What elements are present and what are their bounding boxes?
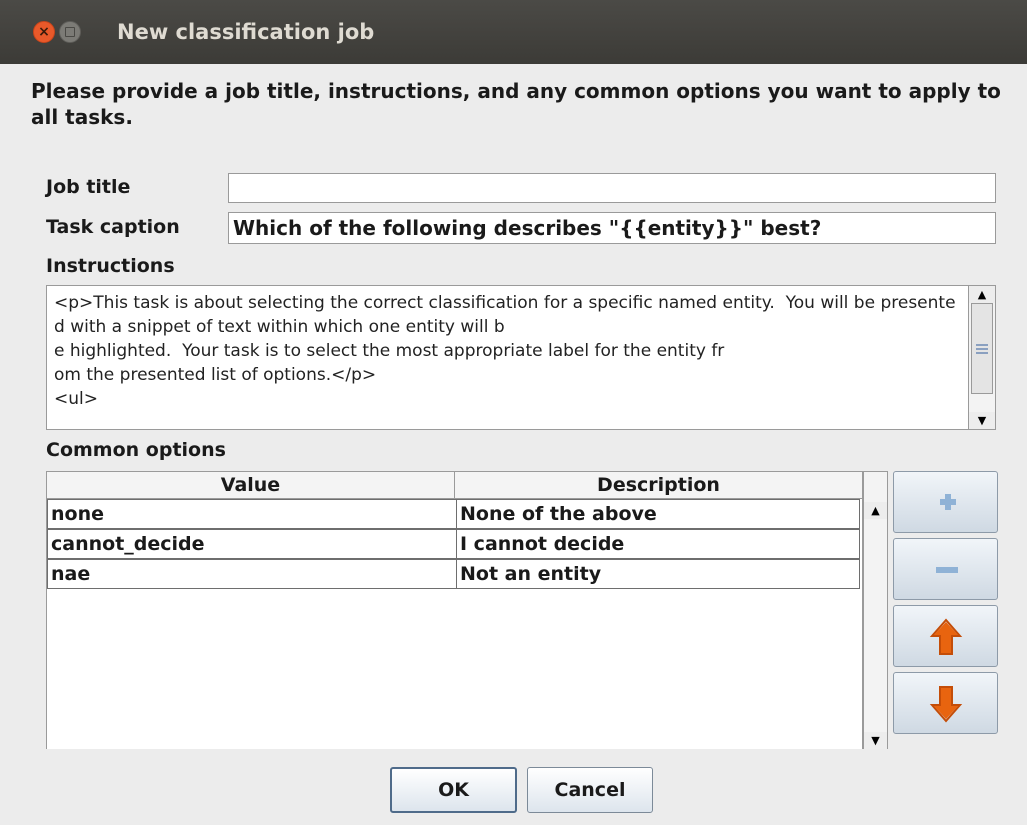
- close-icon: ×: [38, 24, 50, 40]
- table-row[interactable]: cannot_decide I cannot decide: [47, 529, 860, 559]
- minimize-icon: [65, 27, 75, 37]
- instructions-scrollbar[interactable]: ▲ ▼: [968, 286, 995, 429]
- plus-icon: [940, 494, 956, 510]
- table-cell-description[interactable]: None of the above: [457, 500, 860, 528]
- move-up-button[interactable]: [893, 605, 998, 667]
- job-title-label: Job title: [46, 176, 131, 198]
- cancel-button[interactable]: Cancel: [527, 767, 653, 813]
- options-table: Value Description none None of the above…: [46, 471, 863, 749]
- scroll-down-icon[interactable]: ▼: [969, 412, 995, 429]
- scroll-up-icon[interactable]: ▲: [864, 502, 887, 519]
- remove-option-button[interactable]: [893, 538, 998, 600]
- arrow-down-icon: [929, 686, 963, 723]
- minus-icon: [936, 567, 958, 573]
- table-cell-value[interactable]: none: [48, 500, 457, 528]
- intro-text: Please provide a job title, instructions…: [31, 79, 1001, 129]
- column-header-description[interactable]: Description: [455, 472, 862, 498]
- instructions-textarea[interactable]: <p>This task is about selecting the corr…: [46, 285, 996, 430]
- add-option-button[interactable]: [893, 471, 998, 533]
- column-header-value[interactable]: Value: [47, 472, 455, 498]
- instructions-text: <p>This task is about selecting the corr…: [54, 293, 956, 409]
- instructions-label: Instructions: [46, 255, 175, 277]
- close-button[interactable]: ×: [33, 21, 55, 43]
- table-header: Value Description: [47, 472, 862, 499]
- common-options-label: Common options: [46, 439, 226, 461]
- table-cell-value[interactable]: cannot_decide: [48, 530, 457, 558]
- move-down-button[interactable]: [893, 672, 998, 734]
- table-cell-description[interactable]: I cannot decide: [457, 530, 860, 558]
- arrow-up-icon: [929, 618, 963, 655]
- scroll-up-icon[interactable]: ▲: [969, 286, 995, 303]
- window-title: New classification job: [117, 20, 375, 44]
- task-caption-input[interactable]: Which of the following describes "{{enti…: [228, 212, 996, 244]
- table-scrollbar[interactable]: ▲ ▼: [863, 471, 888, 749]
- table-row[interactable]: nae Not an entity: [47, 559, 860, 589]
- job-title-input[interactable]: [228, 173, 996, 203]
- minimize-button[interactable]: [59, 21, 81, 43]
- scroll-down-icon[interactable]: ▼: [864, 732, 887, 749]
- window-titlebar: × New classification job: [0, 0, 1027, 64]
- scroll-thumb[interactable]: [971, 303, 993, 394]
- task-caption-label: Task caption: [46, 216, 180, 238]
- ok-button[interactable]: OK: [390, 767, 517, 813]
- table-row[interactable]: none None of the above: [47, 499, 860, 529]
- table-cell-description[interactable]: Not an entity: [457, 560, 860, 588]
- table-cell-value[interactable]: nae: [48, 560, 457, 588]
